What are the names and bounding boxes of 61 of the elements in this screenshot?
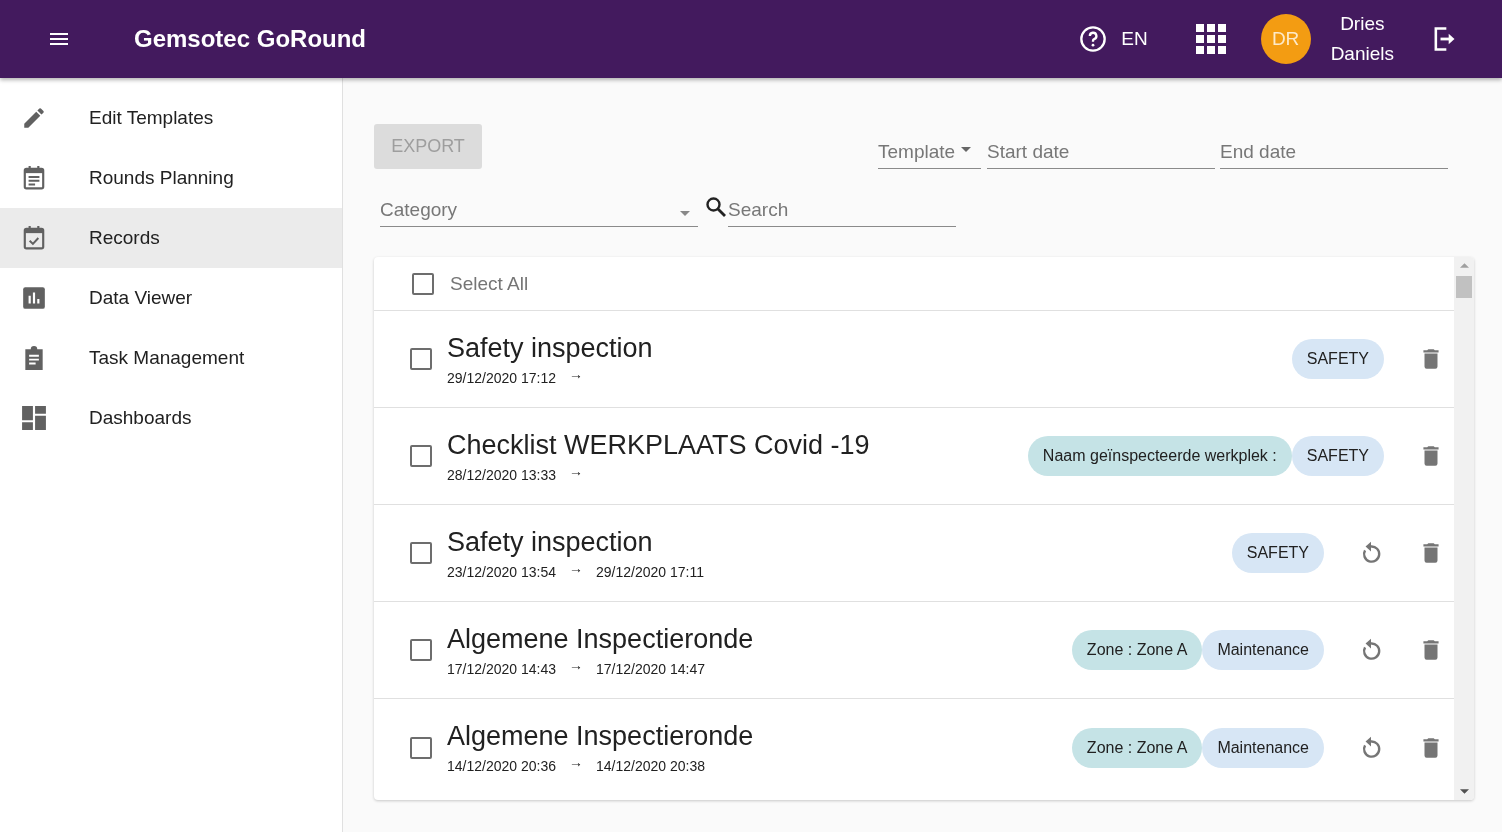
tag-chip: Maintenance [1202, 630, 1324, 670]
row-checkbox[interactable] [410, 542, 432, 564]
search-icon [704, 195, 728, 219]
arrow: → [569, 754, 583, 770]
bar-chart-icon [21, 285, 47, 311]
record-title[interactable]: Algemene Inspectieronde [447, 623, 1072, 655]
help-icon[interactable] [1079, 25, 1108, 53]
arrow: → [569, 365, 583, 382]
template-select[interactable]: Template [878, 135, 981, 169]
sidebar-item[interactable]: Edit Templates [0, 88, 342, 148]
tag-chip: Naam geïnspecteerde werkplek : [1027, 436, 1292, 476]
apps-grid-icon[interactable] [1195, 24, 1226, 54]
arrow: → [569, 462, 583, 479]
tag-chip: Zone : Zone A [1071, 630, 1203, 670]
end-time: 29/12/2020 17:11 [596, 563, 704, 580]
row-checkbox[interactable] [410, 445, 432, 467]
tag-chip: SAFETY [1291, 436, 1384, 476]
record-title[interactable]: Algemene Inspectieronde [447, 721, 1072, 752]
calendar-check-icon [21, 225, 47, 251]
record-title[interactable]: Safety inspection [447, 526, 1232, 558]
sidebar-item[interactable]: Task Management [0, 328, 342, 388]
arrow: → [569, 656, 583, 673]
scroll-thumb[interactable] [1456, 276, 1472, 298]
caret-icon [961, 147, 971, 152]
row-checkbox[interactable] [410, 348, 432, 370]
start-time: 17/12/2020 14:43 [447, 660, 556, 677]
record-title[interactable]: Safety inspection [447, 332, 1292, 364]
start-time: 28/12/2020 13:33 [447, 466, 556, 483]
tag-chip: SAFETY [1291, 339, 1384, 379]
start-time: 14/12/2020 20:36 [447, 758, 556, 774]
tag-chip: SAFETY [1231, 533, 1324, 573]
end-time: 17/12/2020 14:47 [596, 660, 705, 677]
arrow: → [569, 559, 583, 576]
select-all-label: Select All [450, 272, 529, 295]
scroll-down-icon[interactable] [1459, 789, 1469, 794]
tag-chip: Zone : Zone A [1071, 727, 1203, 768]
sidebar-item[interactable]: Data Viewer [0, 268, 342, 328]
dashboard-icon [21, 405, 47, 431]
sidebar-item[interactable]: Records [0, 208, 342, 268]
row-checkbox[interactable] [410, 736, 432, 759]
start-time: 29/12/2020 17:12 [447, 369, 556, 386]
search-field[interactable]: Search [728, 193, 956, 227]
scrollbar[interactable] [1454, 257, 1474, 800]
end-date-field[interactable]: End date [1220, 135, 1448, 169]
select-all-checkbox[interactable] [412, 272, 434, 295]
calendar-icon [21, 165, 47, 191]
language-button[interactable]: EN [1121, 28, 1148, 50]
end-time: 14/12/2020 20:38 [596, 758, 705, 774]
record-title[interactable]: Checklist WERKPLAATS Covid -19 [447, 429, 1028, 461]
row-checkbox[interactable] [410, 639, 432, 661]
caret-icon [680, 211, 690, 216]
pencil-icon [21, 105, 47, 131]
sidebar-item[interactable]: Rounds Planning [0, 148, 342, 208]
start-date-field[interactable]: Start date [987, 135, 1215, 169]
sidebar-item[interactable]: Dashboards [0, 388, 342, 448]
category-select[interactable]: Category [380, 193, 698, 227]
start-time: 23/12/2020 13:54 [447, 563, 556, 580]
user-last-name: Daniels [1330, 42, 1394, 66]
app-title: Gemsotec GoRound [134, 25, 367, 53]
tag-chip: Maintenance [1202, 727, 1324, 768]
user-first-name: Dries [1340, 12, 1385, 36]
